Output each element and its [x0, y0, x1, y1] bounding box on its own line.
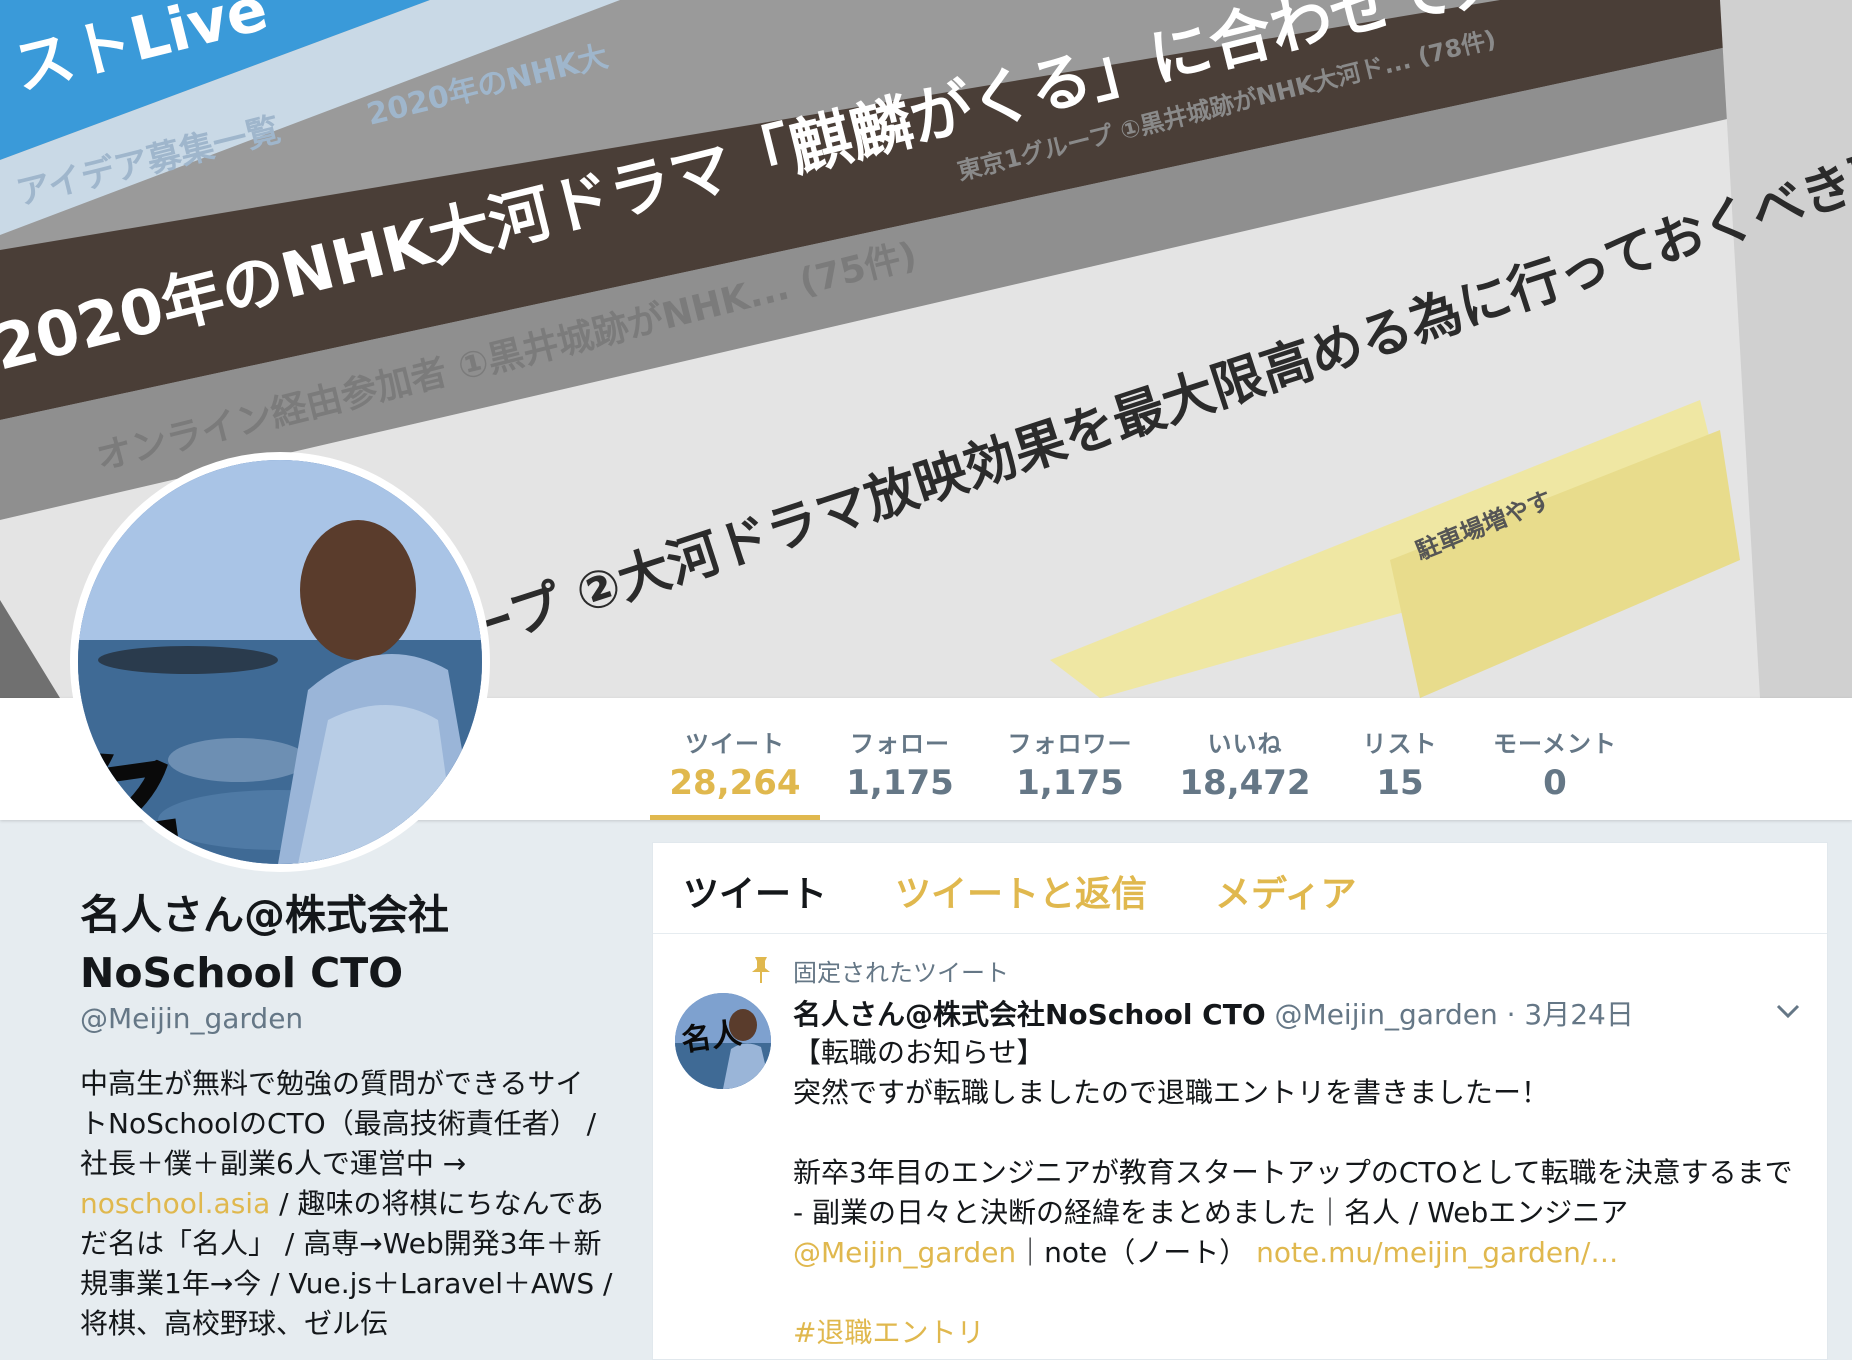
nav-tweets[interactable]: ツイート 28,264: [650, 698, 820, 820]
profile-name-line1: 名人さん@株式会社: [80, 891, 449, 939]
tweet-author-name[interactable]: 名人さん@株式会社NoSchool CTO: [793, 998, 1266, 1031]
tweet-text: 【転職のお知らせ】 突然ですが転職しましたので退職エントリを書きましたー！ 新卒…: [793, 1033, 1803, 1353]
nav-following-label: フォロー: [850, 730, 950, 758]
bio-text: / 趣味の将棋にちなんであ: [270, 1187, 604, 1220]
tweet-header: 名人さん@株式会社NoSchool CTO @Meijin_garden · 3…: [793, 993, 1733, 1033]
nav-lists-label: リスト: [1362, 730, 1438, 758]
tab-media[interactable]: メディア: [1215, 865, 1356, 917]
tweet-author-handle[interactable]: @Meijin_garden: [1275, 998, 1498, 1031]
nav-likes[interactable]: いいね 18,472: [1170, 698, 1320, 820]
bio-line: 規事業1年→今 / Vue.js＋Laravel＋AWS /: [80, 1267, 613, 1300]
tweet-mention-link[interactable]: @Meijin_garden: [793, 1236, 1016, 1269]
chevron-down-icon[interactable]: [1775, 1001, 1801, 1021]
pinned-tweet-label: 固定されたツイート: [793, 959, 1009, 987]
nav-lists-count: 15: [1376, 763, 1424, 803]
nav-followers[interactable]: フォロワー 1,175: [990, 698, 1150, 820]
nav-moments[interactable]: モーメント 0: [1480, 698, 1630, 820]
timeline-tabs: ツイート ツイートと返信 メディア: [653, 843, 1827, 934]
timeline: ツイート ツイートと返信 メディア 固定されたツイート 名人 名人さん@株式会社…: [652, 842, 1828, 1360]
tab-tweets-and-replies[interactable]: ツイートと返信: [895, 865, 1147, 917]
nav-lists[interactable]: リスト 15: [1340, 698, 1460, 820]
nav-likes-label: いいね: [1207, 730, 1283, 758]
nav-following[interactable]: フォロー 1,175: [820, 698, 980, 820]
tweet-line: 【転職のお知らせ】: [793, 1036, 1045, 1069]
profile-handle[interactable]: @Meijin_garden: [80, 1002, 303, 1035]
tweet-avatar[interactable]: 名人: [675, 993, 771, 1089]
profile-avatar[interactable]: 名人: [70, 452, 490, 872]
bio-line: 社長＋僕＋副業6人で運営中 →: [80, 1147, 467, 1180]
profile-display-name: 名人さん@株式会社 NoSchool CTO: [80, 886, 560, 1002]
tweet-line: - 副業の日々と決断の経緯をまとめました｜名人 / Webエンジニア: [793, 1196, 1629, 1229]
bio-line: 将棋、高校野球、ゼル伝: [80, 1307, 389, 1340]
nav-followers-count: 1,175: [1016, 763, 1124, 803]
tweet-line: 突然ですが転職しましたので退職エントリを書きましたー！: [793, 1076, 1550, 1109]
profile-bio: 中高生が無料で勉強の質問ができるサイ トNoSchoolのCTO（最高技術責任者…: [80, 1064, 620, 1344]
bio-website-link[interactable]: noschool.asia: [80, 1187, 270, 1220]
avatar-photo: 名人: [78, 460, 482, 864]
nav-tweets-count: 28,264: [669, 763, 801, 803]
nav-followers-label: フォロワー: [1007, 730, 1133, 758]
tweet-line: @Meijin_garden｜note（ノート） note.mu/meijin_…: [793, 1233, 1803, 1273]
bio-line: noschool.asia / 趣味の将棋にちなんであ: [80, 1184, 620, 1224]
tweet-line: 新卒3年目のエンジニアが教育スタートアップのCTOとして転職を決意するまで: [793, 1156, 1793, 1189]
nav-moments-label: モーメント: [1492, 730, 1618, 758]
tweet-url-link[interactable]: note.mu/meijin_garden/…: [1256, 1236, 1618, 1269]
nav-following-count: 1,175: [846, 763, 954, 803]
nav-moments-count: 0: [1543, 763, 1567, 803]
bio-line: 中高生が無料で勉強の質問ができるサイ: [80, 1067, 584, 1100]
tweet-text-fragment: ｜note（ノート）: [1016, 1236, 1248, 1269]
tab-tweets[interactable]: ツイート: [683, 865, 827, 917]
nav-tweets-label: ツイート: [685, 730, 785, 758]
tweet-avatar-photo: 名人: [675, 993, 771, 1089]
pin-icon: [752, 957, 770, 983]
bio-line: トNoSchoolのCTO（最高技術責任者） /: [80, 1107, 597, 1140]
bio-line: だ名は「名人」 / 高専→Web開発3年＋新: [80, 1227, 602, 1260]
tweet-date[interactable]: · 3月24日: [1507, 998, 1634, 1031]
profile-name-line2: NoSchool CTO: [80, 949, 404, 997]
nav-likes-count: 18,472: [1179, 763, 1311, 803]
tweet-hashtag-link[interactable]: #退職エントリ: [793, 1313, 1803, 1353]
